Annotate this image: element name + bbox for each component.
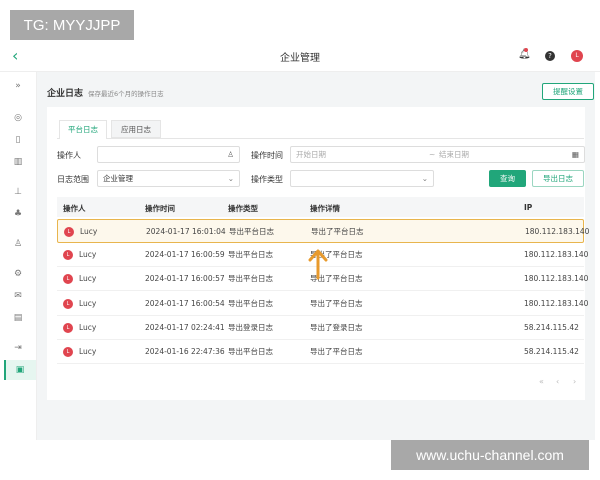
scope-label: 日志范围 [57,175,89,184]
cell-time: 2024-01-17 16:01:04 [146,227,226,236]
user-avatar: L [64,227,74,237]
calendar-icon: ▦ [571,150,579,159]
user-avatar: L [63,322,73,333]
cell-ip: 180.112.183.140 [524,298,589,308]
col-ip: IP [524,203,533,212]
user-avatar: L [63,274,73,285]
query-button[interactable]: 查询 [489,170,526,187]
chevron-down-icon: ⌄ [227,174,234,183]
reminder-settings-button[interactable]: 提醒设置 [542,83,594,100]
cell-detail: 导出了登录日志 [310,322,363,332]
col-type: 操作类型 [228,204,258,213]
archive-icon[interactable]: ▤ [12,312,24,324]
tab-platform-log[interactable]: 平台日志 [59,120,107,139]
watermark-top: TG: MYYJJPP [10,10,134,40]
page-subtitle: 保存最近6个月的操作日志 [88,90,164,98]
tab-app-log[interactable]: 应用日志 [111,120,161,138]
cell-user: Lucy [79,274,97,284]
chevron-down-icon: ⌄ [421,174,428,183]
export-log-button[interactable]: 导出日志 [532,170,584,187]
scope-value: 企业管理 [103,174,133,183]
first-page-icon[interactable]: « [539,377,544,386]
user-avatar: L [63,347,73,357]
prev-page-icon[interactable]: ‹ [556,377,559,386]
watermark-bottom: www.uchu-channel.com [391,440,589,470]
user-avatar: L [63,298,73,309]
cell-time: 2024-01-17 16:00:57 [145,274,225,284]
cell-ip: 58.214.115.42 [524,322,579,332]
table-row[interactable]: L Lucy 2024-01-17 16:00:54 导出平台日志 导出了平台日… [57,292,588,316]
user-icon[interactable]: ♙ [12,238,24,250]
header-title: 企业管理 [280,53,320,64]
table-header: 操作人 操作时间 操作类型 操作详情 IP [57,197,584,217]
cell-type: 导出平台日志 [228,298,273,308]
time-label: 操作时间 [251,151,283,160]
cell-user: Lucy [80,227,98,236]
login-icon[interactable]: ⇥ [12,342,24,354]
cell-type: 导出平台日志 [228,250,273,260]
cell-type: 导出平台日志 [228,347,273,356]
group-icon[interactable]: ♣ [12,208,24,220]
org-chart-icon[interactable]: ⊥ [12,186,24,198]
col-time: 操作时间 [145,204,175,213]
cell-user: Lucy [79,347,97,356]
table-row[interactable]: L Lucy 2024-01-16 22:47:36 导出平台日志 导出了平台日… [57,340,584,364]
cell-time: 2024-01-17 02:24:41 [145,322,225,332]
type-select[interactable]: ⌄ [290,170,434,187]
help-icon[interactable]: ? [545,51,555,61]
scope-select[interactable]: 企业管理 ⌄ [97,170,240,187]
operator-label: 操作人 [57,151,81,160]
next-page-icon[interactable]: › [573,377,576,386]
page-title: 企业日志 [47,89,84,99]
cell-type: 导出平台日志 [228,274,273,284]
type-label: 操作类型 [251,175,283,184]
cell-user: Lucy [79,298,97,308]
log-file-icon: ▣ [15,365,25,375]
mail-icon[interactable]: ✉ [12,290,24,302]
cell-time: 2024-01-17 16:00:59 [145,250,225,260]
arrow-up-icon [308,249,328,280]
cell-detail: 导出了平台日志 [310,347,363,356]
user-avatar[interactable]: L [571,50,583,62]
cell-ip: 180.112.183.140 [524,250,589,260]
cell-ip: 180.112.183.140 [525,227,590,236]
settings-icon[interactable]: ⚙ [12,268,24,280]
cell-user: Lucy [79,322,97,332]
table-row[interactable]: L Lucy 2024-01-17 16:01:04 导出平台日志 导出了平台日… [57,219,589,243]
table-row[interactable]: L Lucy 2024-01-17 02:24:41 导出登录日志 导出了登录日… [57,316,584,340]
cell-type: 导出平台日志 [229,227,274,236]
cell-ip: 58.214.115.42 [524,347,579,356]
sidebar-item-logs[interactable]: ▣ [4,360,36,380]
sidebar: » ◎ ▯ ▥ ⊥ ♣ ♙ ⚙ ✉ ▤ ⇥ ▣ [0,72,37,440]
layers-icon[interactable]: ◎ [12,112,24,124]
operator-input[interactable]: ♙ [97,146,240,163]
building-icon[interactable]: ▥ [12,156,24,168]
clipboard-icon[interactable]: ▯ [12,134,24,146]
cell-ip: 180.112.183.140 [524,274,589,284]
range-separator: ~ [429,150,436,159]
cell-detail: 导出了平台日志 [310,298,363,308]
expand-icon[interactable]: » [12,80,24,92]
col-operator: 操作人 [63,204,86,213]
start-date-placeholder: 开始日期 [296,150,326,159]
date-range-picker[interactable]: 开始日期 ~ 结束日期 ▦ [290,146,585,163]
top-bar: ‹ 企业管理 🔔︎ ? L [0,40,600,72]
cell-detail: 导出了平台日志 [311,227,364,236]
cell-user: Lucy [79,250,97,260]
person-icon: ♙ [227,150,234,159]
end-date-placeholder: 结束日期 [439,150,469,159]
user-avatar: L [63,250,73,261]
cell-type: 导出登录日志 [228,322,273,332]
cell-time: 2024-01-17 16:00:54 [145,298,225,308]
cell-time: 2024-01-16 22:47:36 [145,347,225,356]
bell-icon[interactable]: 🔔︎ [518,48,531,60]
col-detail: 操作详情 [310,204,340,213]
